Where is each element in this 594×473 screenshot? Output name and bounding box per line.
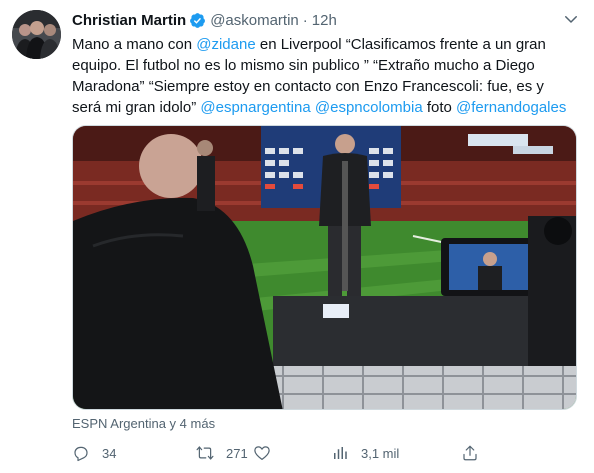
- tweet-header: Christian Martin @askomartin · 12h: [72, 10, 337, 30]
- tweet-actions: 34 271 3,1 mil: [72, 441, 577, 465]
- mention-espncolombia-link[interactable]: @espncolombia: [315, 99, 423, 116]
- stadium-interview-photo: [73, 126, 576, 409]
- tweet-text-segment: Mano a mano con: [72, 36, 197, 53]
- like-icon: [254, 446, 270, 460]
- mention-zidane-link[interactable]: @zidane: [196, 36, 255, 53]
- reply-icon: [74, 446, 88, 462]
- views-icon: [334, 447, 347, 459]
- share-button[interactable]: [461, 441, 479, 465]
- retweet-button[interactable]: 271: [196, 441, 248, 465]
- views-count: 3,1 mil: [361, 445, 400, 461]
- mention-espnargentina-link[interactable]: @espnargentina: [200, 99, 310, 116]
- tweet-timestamp[interactable]: 12h: [312, 12, 337, 29]
- tagged-users-link[interactable]: ESPN Argentina y 4 más: [72, 416, 215, 431]
- tweet-text-segment: foto: [422, 99, 457, 116]
- author-name[interactable]: Christian Martin: [72, 12, 186, 29]
- verified-icon: [190, 13, 206, 28]
- mention-fernandogales-link[interactable]: @fernandogales: [456, 99, 566, 116]
- retweet-count: 271: [226, 445, 248, 461]
- avatar-photo: [12, 10, 61, 59]
- retweet-icon: [196, 446, 214, 460]
- author-handle[interactable]: @askomartin: [210, 12, 299, 29]
- more-caret-icon[interactable]: [562, 10, 580, 28]
- tweet-text: Mano a mano con @zidane en Liverpool “Cl…: [72, 34, 577, 118]
- like-button[interactable]: [253, 441, 283, 465]
- tweet-photo[interactable]: [72, 125, 577, 410]
- reply-count: 34: [102, 445, 117, 461]
- reply-button[interactable]: 34: [72, 441, 116, 465]
- views-button[interactable]: 3,1 mil: [331, 441, 399, 465]
- avatar[interactable]: [12, 10, 61, 59]
- separator-dot: ·: [302, 11, 308, 29]
- share-icon: [463, 445, 477, 461]
